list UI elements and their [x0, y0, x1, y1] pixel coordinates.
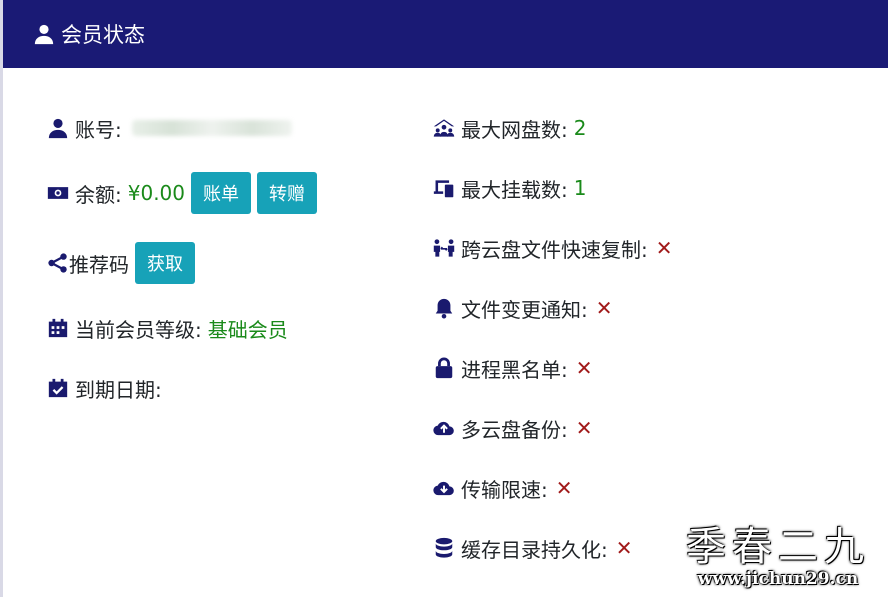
watermark: 季春二九 www.jichun29.cn: [686, 525, 870, 589]
card-title: 会员状态: [61, 23, 145, 47]
cross-copy-row: 跨云盘文件快速复制: ✕: [433, 228, 673, 268]
blacklist-row: 进程黑名单: ✕: [433, 348, 593, 388]
watermark-title: 季春二九: [686, 524, 870, 570]
people-arrows-icon: [433, 239, 455, 257]
max-mounts-value: 1: [573, 176, 587, 200]
bell-icon: [435, 298, 453, 319]
expiry-row: 到期日期:: [47, 368, 162, 408]
balance-row: 余额: ¥0.00 账单 转赠: [47, 170, 318, 216]
user-icon: [34, 24, 54, 45]
user-icon: [48, 118, 68, 139]
referral-row: 推荐码 获取: [47, 240, 195, 286]
max-drives-row: 最大网盘数: 2: [433, 108, 586, 148]
bill-button[interactable]: 账单: [191, 172, 252, 214]
level-label: 当前会员等级:: [75, 317, 202, 342]
expiry-label: 到期日期:: [75, 377, 162, 402]
balance-value: ¥0.00: [127, 181, 186, 205]
devices-icon: [433, 180, 454, 198]
speed-limit-row: 传输限速: ✕: [433, 468, 573, 508]
multi-backup-value: ✕: [575, 416, 593, 440]
watermark-url: www.jichun29.cn: [697, 569, 859, 589]
max-drives-label: 最大网盘数:: [461, 117, 568, 142]
level-value: 基础会员: [207, 317, 288, 342]
account-value-redacted: [131, 120, 292, 136]
network-users-icon: [433, 119, 455, 137]
get-referral-button[interactable]: 获取: [135, 242, 195, 284]
speed-limit-label: 传输限速:: [461, 477, 548, 502]
blacklist-value: ✕: [575, 356, 593, 380]
cross-copy-label: 跨云盘文件快速复制:: [461, 237, 648, 262]
multi-backup-row: 多云盘备份: ✕: [433, 408, 593, 448]
calendar-check-icon: [48, 378, 68, 398]
cache-persist-label: 缓存目录持久化:: [461, 537, 608, 562]
database-icon: [435, 537, 453, 558]
level-row: 当前会员等级: 基础会员: [47, 308, 288, 348]
file-notify-value: ✕: [595, 296, 613, 320]
lock-icon: [435, 357, 453, 379]
multi-backup-label: 多云盘备份:: [461, 417, 568, 442]
transfer-button[interactable]: 转赠: [257, 172, 318, 214]
file-notify-row: 文件变更通知: ✕: [433, 288, 613, 328]
speed-limit-value: ✕: [555, 476, 573, 500]
file-notify-label: 文件变更通知:: [461, 297, 588, 322]
cloud-download-icon: [433, 481, 454, 496]
max-drives-value: 2: [573, 116, 587, 140]
balance-label: 余额:: [75, 182, 122, 207]
money-icon: [47, 187, 69, 199]
member-status-card: 会员状态 账号: 余额: ¥0.00 账单 转赠 推荐码 获取 当前会员等级: …: [0, 0, 888, 597]
max-mounts-label: 最大挂载数:: [461, 177, 568, 202]
blacklist-label: 进程黑名单:: [461, 357, 568, 382]
calendar-icon: [48, 318, 68, 338]
referral-label: 推荐码: [69, 252, 129, 277]
max-mounts-row: 最大挂载数: 1: [433, 168, 586, 208]
cache-persist-value: ✕: [615, 536, 633, 560]
cross-copy-value: ✕: [655, 236, 673, 260]
cache-persist-row: 缓存目录持久化: ✕: [433, 528, 633, 568]
cloud-upload-icon: [433, 421, 454, 436]
account-row: 账号:: [47, 108, 292, 148]
card-header: 会员状态: [3, 0, 888, 68]
share-icon: [48, 253, 67, 273]
account-label: 账号:: [75, 117, 122, 142]
